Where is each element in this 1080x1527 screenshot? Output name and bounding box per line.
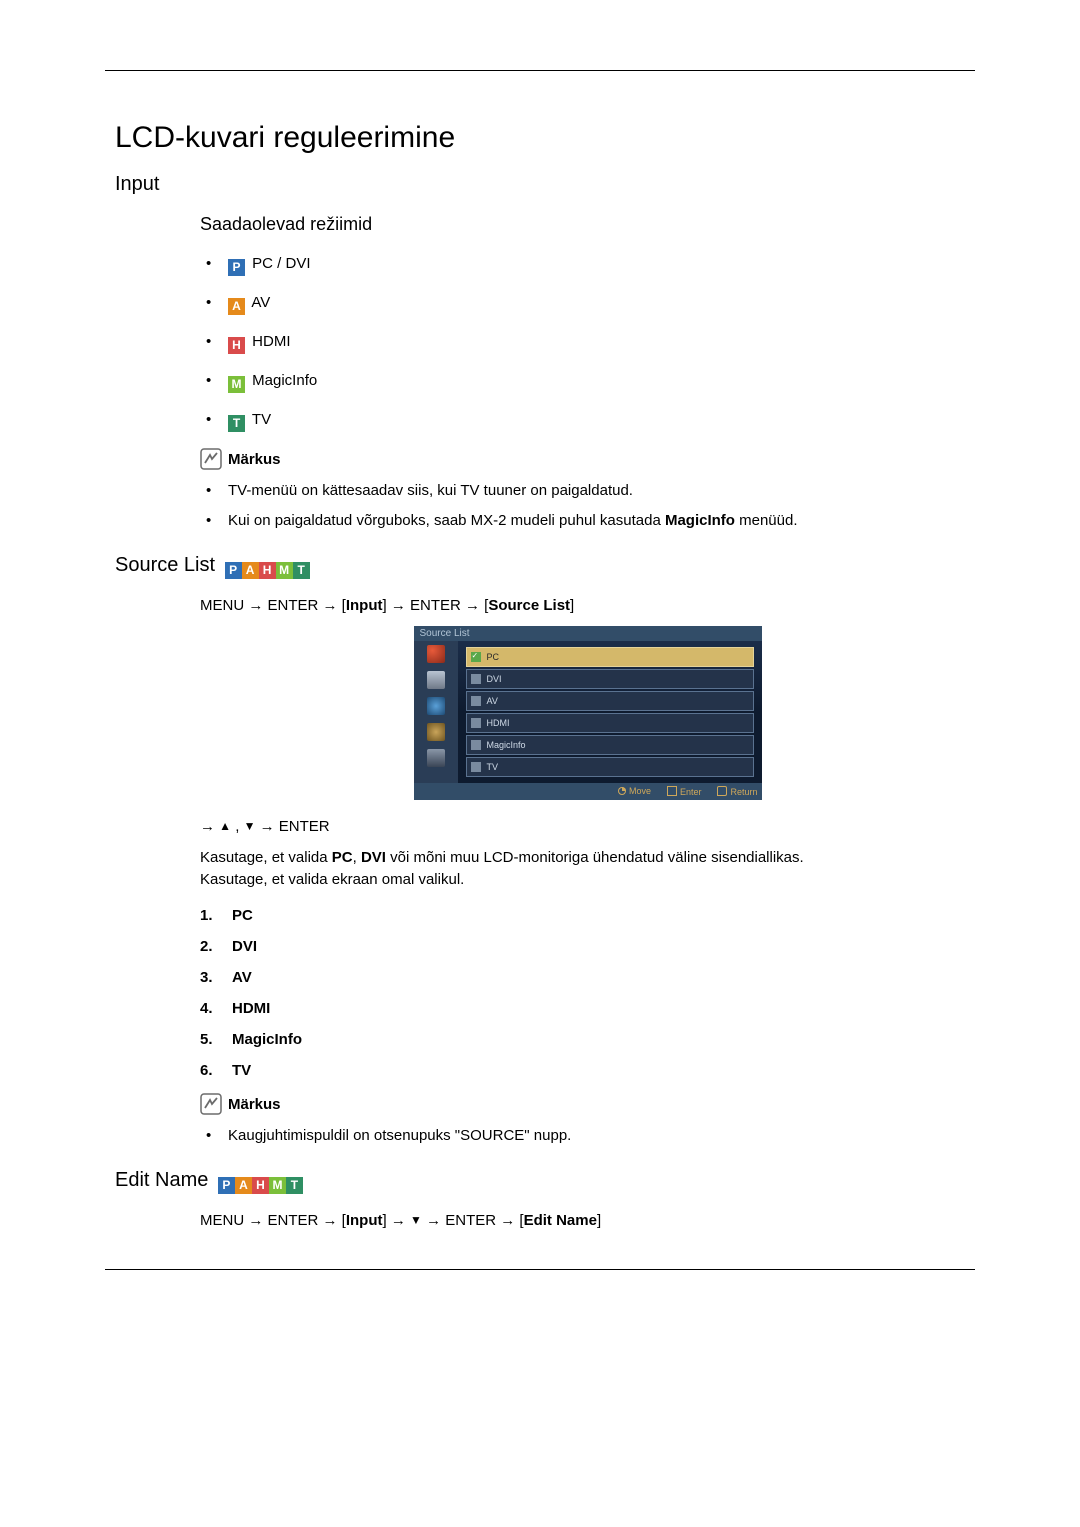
box-icon [471, 762, 481, 772]
note-list: TV-menüü on kättesaadav siis, kui TV tuu… [200, 480, 975, 532]
osd-row: AV [466, 691, 754, 711]
note-icon [200, 1093, 222, 1115]
osd-footer: Move Enter Return [414, 783, 762, 800]
osd-screenshot: Source List PC DVI AV HDMI MagicI [200, 626, 975, 800]
move-icon [618, 787, 626, 795]
badge-p-icon: P [228, 259, 245, 276]
note-label: Märkus [228, 1096, 281, 1113]
description-para: Kasutage, et valida PC, DVI või mõni muu… [200, 847, 975, 891]
note-heading: Märkus [200, 448, 975, 470]
badge-h-icon: H [252, 1177, 269, 1194]
mode-label: TV [252, 411, 271, 428]
box-icon [471, 718, 481, 728]
badge-a-icon: A [228, 298, 245, 315]
note-item: Kui on paigaldatud võrguboks, saab MX-2 … [200, 510, 975, 532]
osd-sidebar-icon [427, 697, 445, 715]
mode-label: AV [251, 294, 270, 311]
return-icon [717, 786, 727, 796]
osd-sidebar [414, 641, 458, 783]
badge-p-icon: P [218, 1177, 235, 1194]
note-heading: Märkus [200, 1093, 975, 1115]
osd-sidebar-icon [427, 671, 445, 689]
note-list: Kaugjuhtimispuldil on otsenupuks "SOURCE… [200, 1125, 975, 1147]
mode-label: HDMI [252, 333, 290, 350]
mode-item: M MagicInfo [200, 370, 975, 393]
section-input-heading: Input [115, 173, 975, 196]
enter-icon [667, 786, 677, 796]
badge-t-icon: T [286, 1177, 303, 1194]
section-editname-heading: Edit Name PAHMT [115, 1169, 975, 1194]
badge-group: PAHMT [225, 554, 310, 579]
list-item: DVI [200, 938, 975, 955]
mode-label: MagicInfo [252, 372, 317, 389]
badge-t-icon: T [228, 415, 245, 432]
section-sourcelist-heading: Source List PAHMT [115, 554, 975, 579]
osd-row: TV [466, 757, 754, 777]
badge-h-icon: H [228, 337, 245, 354]
box-icon [471, 740, 481, 750]
osd-sidebar-icon [427, 749, 445, 767]
source-ordered-list: PC DVI AV HDMI MagicInfo TV [200, 907, 975, 1079]
list-item: PC [200, 907, 975, 924]
badge-m-icon: M [276, 562, 293, 579]
list-item: MagicInfo [200, 1031, 975, 1048]
box-icon [471, 674, 481, 684]
badge-h-icon: H [259, 562, 276, 579]
note-item: Kaugjuhtimispuldil on otsenupuks "SOURCE… [200, 1125, 975, 1147]
triangle-down-icon: ▼ [244, 819, 256, 833]
osd-row-selected: PC [466, 647, 754, 667]
mode-item: H HDMI [200, 331, 975, 354]
mode-item: P PC / DVI [200, 253, 975, 276]
osd-sidebar-icon [427, 723, 445, 741]
osd-list: PC DVI AV HDMI MagicInfo TV [458, 641, 762, 783]
mode-item: A AV [200, 292, 975, 315]
note-item: TV-menüü on kättesaadav siis, kui TV tuu… [200, 480, 975, 502]
badge-a-icon: A [242, 562, 259, 579]
mode-item: T TV [200, 409, 975, 432]
badge-a-icon: A [235, 1177, 252, 1194]
page-title: LCD-kuvari reguleerimine [115, 121, 975, 155]
top-rule [105, 70, 975, 71]
triangle-up-icon: ▲ [219, 819, 231, 833]
osd-row: HDMI [466, 713, 754, 733]
osd-sidebar-icon [427, 645, 445, 663]
badge-m-icon: M [228, 376, 245, 393]
note-label: Märkus [228, 451, 281, 468]
bottom-rule [105, 1269, 975, 1270]
nav-line: → ▲ , ▼ → ENTER [200, 818, 975, 835]
list-item: TV [200, 1062, 975, 1079]
menu-path: MENU → ENTER → [Input] → ▼ → ENTER → [Ed… [200, 1212, 975, 1229]
box-icon [471, 696, 481, 706]
modes-list: P PC / DVI A AV H HDMI M MagicInfo T TV [200, 253, 975, 432]
mode-label: PC / DVI [252, 255, 310, 272]
osd-row: DVI [466, 669, 754, 689]
modes-heading: Saadaolevad režiimid [200, 214, 975, 235]
osd-title: Source List [414, 626, 762, 641]
page: LCD-kuvari reguleerimine Input Saadaolev… [0, 0, 1080, 1527]
list-item: HDMI [200, 1000, 975, 1017]
badge-group: PAHMT [218, 1169, 303, 1194]
check-icon [471, 652, 481, 662]
note-icon [200, 448, 222, 470]
list-item: AV [200, 969, 975, 986]
badge-t-icon: T [293, 562, 310, 579]
badge-m-icon: M [269, 1177, 286, 1194]
triangle-down-icon: ▼ [410, 1213, 422, 1227]
menu-path: MENU → ENTER → [Input] → ENTER → [Source… [200, 597, 975, 614]
badge-p-icon: P [225, 562, 242, 579]
osd-row: MagicInfo [466, 735, 754, 755]
